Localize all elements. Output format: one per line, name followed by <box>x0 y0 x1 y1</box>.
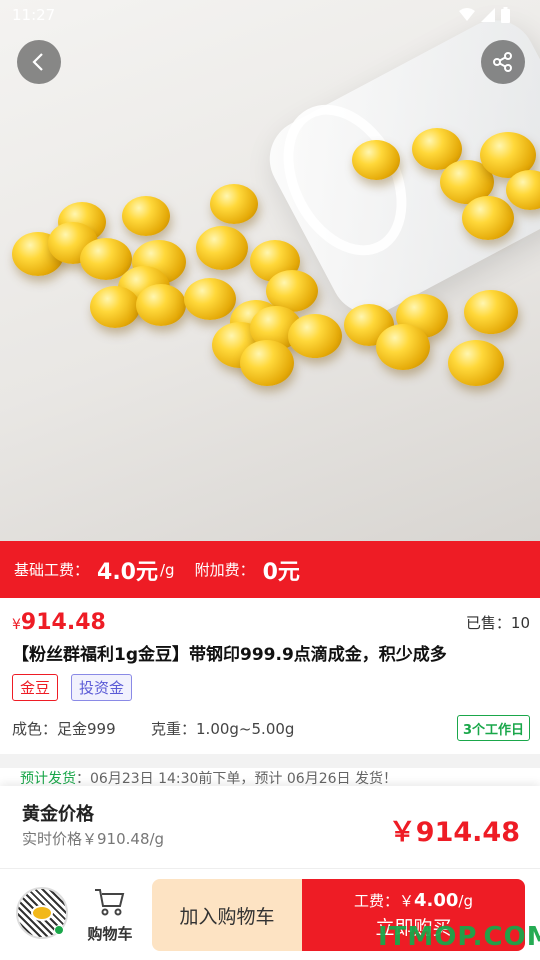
sold-count: 已售：10 <box>466 612 530 633</box>
product-info: ¥ 914.48 已售：10 【粉丝群福利1g金豆】带钢印999.9点滴成金，积… <box>0 598 540 754</box>
gold-bean <box>288 314 342 358</box>
gold-bean <box>90 286 140 328</box>
signal-icon <box>481 8 495 22</box>
purity-label: 成色： <box>12 720 58 738</box>
cart-icon <box>95 889 125 916</box>
weight-value: 1.00g~5.00g <box>196 720 295 738</box>
gold-bean <box>210 184 258 224</box>
purity-spec: 成色：足金999 <box>12 718 116 739</box>
delivery-label: 预计发货 <box>20 771 76 787</box>
buy-fee: 工费：￥4.00/g <box>354 890 473 911</box>
extra-fee-value: 0元 <box>262 559 300 585</box>
wifi-icon <box>459 8 475 21</box>
verified-dot-icon <box>54 925 64 935</box>
watermark: ITMOP.COM <box>378 922 540 952</box>
delivery-text: ：06月23日 14:30前下单，预计 06月26日 发货！ <box>76 771 397 787</box>
fee-unit: /g <box>458 892 473 910</box>
gold-bean <box>376 324 430 370</box>
price-value: 914.48 <box>20 610 106 635</box>
weight-label: 克重： <box>151 720 197 738</box>
extra-fee-label: 附加费： <box>194 561 255 579</box>
share-icon <box>493 52 512 72</box>
share-button[interactable] <box>481 40 525 84</box>
gold-bean <box>196 226 248 270</box>
battery-icon <box>501 7 510 23</box>
base-fee-unit: /g <box>160 560 175 579</box>
status-bar: 11:27 <box>0 0 540 30</box>
section-divider <box>0 754 540 768</box>
currency-symbol: ¥ <box>12 617 21 633</box>
gold-bean <box>352 140 400 180</box>
weight-spec: 克重：1.00g~5.00g <box>151 718 294 739</box>
tag-gold-bean[interactable]: 金豆 <box>12 674 59 701</box>
fee-promo-bar: 基础工费： 4.0元 /g 附加费： 0元 <box>0 541 540 598</box>
product-price: ¥ 914.48 <box>12 610 106 635</box>
gold-bean <box>184 278 236 320</box>
gold-price-title: 黄金价格 <box>22 804 94 825</box>
fee-prefix: 工费：￥ <box>353 892 414 910</box>
cart-label: 购物车 <box>87 925 133 943</box>
gold-bean <box>240 340 294 386</box>
status-icons <box>459 7 510 23</box>
qr-code-avatar[interactable] <box>16 887 68 939</box>
cart-button[interactable]: 购物车 <box>82 887 138 944</box>
purity-value: 足金999 <box>57 720 116 738</box>
gold-bean <box>462 196 514 240</box>
base-fee-value: 4.0元 <box>97 559 158 585</box>
gold-bean <box>122 196 170 236</box>
gold-ingot-icon <box>31 905 53 921</box>
add-to-cart-button[interactable]: 加入购物车 <box>152 879 302 951</box>
tag-investment-gold[interactable]: 投资金 <box>71 674 133 701</box>
gold-price-panel: 黄金价格 实时价格￥910.48/g ￥914.48 <box>0 786 540 868</box>
sold-value: 10 <box>510 614 530 632</box>
gold-bean <box>136 284 186 326</box>
chevron-left-icon <box>32 53 43 71</box>
gold-bean <box>448 340 504 386</box>
status-time: 11:27 <box>12 6 56 24</box>
fee-value: 4.00 <box>414 890 459 911</box>
realtime-price: 实时价格￥910.48/g <box>22 830 165 848</box>
gold-total-price: ￥914.48 <box>388 817 520 848</box>
sold-label: 已售： <box>465 614 511 632</box>
product-title: 【粉丝群福利1g金豆】带钢印999.9点滴成金，积少成多 <box>12 645 447 665</box>
gold-bean <box>464 290 518 334</box>
product-image[interactable] <box>0 0 540 541</box>
back-button[interactable] <box>17 40 61 84</box>
base-fee-label: 基础工费： <box>14 561 90 579</box>
delivery-days-badge: 3个工作日 <box>456 715 530 741</box>
